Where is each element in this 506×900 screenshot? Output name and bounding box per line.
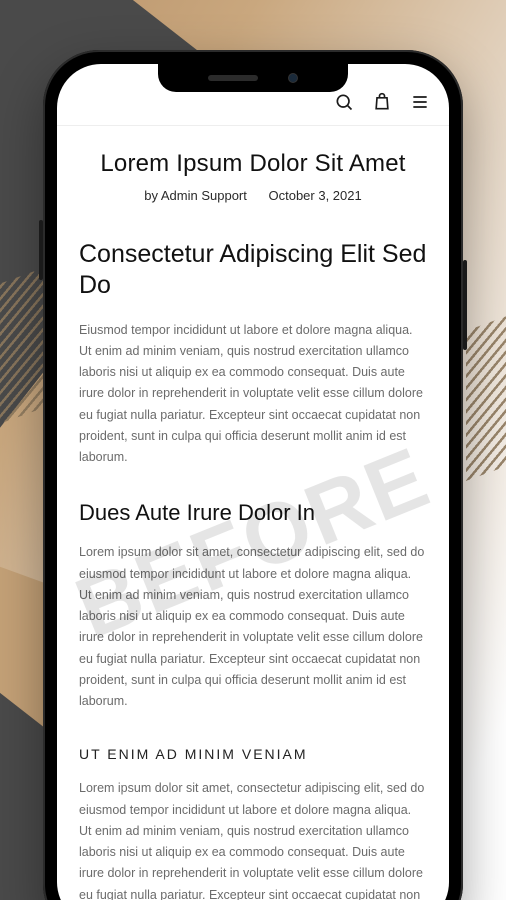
section-label: UT ENIM AD MINIM VENIAM — [79, 746, 427, 762]
menu-icon[interactable] — [409, 91, 431, 113]
article-byline: by Admin Support — [144, 188, 247, 203]
paragraph: Eiusmod tempor incididunt ut labore et d… — [79, 320, 427, 469]
byline-prefix: by — [144, 188, 161, 203]
article: Lorem Ipsum Dolor Sit Amet by Admin Supp… — [57, 126, 449, 900]
speaker-slot — [208, 75, 258, 81]
article-date: October 3, 2021 — [269, 188, 362, 203]
paragraph: Lorem ipsum dolor sit amet, consectetur … — [79, 542, 427, 712]
article-title: Lorem Ipsum Dolor Sit Amet — [79, 150, 427, 178]
article-author: Admin Support — [161, 188, 247, 203]
phone-frame: BEFORE — [43, 50, 463, 900]
article-meta: by Admin Support October 3, 2021 — [79, 188, 427, 203]
search-icon[interactable] — [333, 91, 355, 113]
bag-icon[interactable] — [371, 91, 393, 113]
section-subheading: Dues Aute Irure Dolor In — [79, 500, 427, 526]
paragraph: Lorem ipsum dolor sit amet, consectetur … — [79, 778, 427, 900]
front-camera — [288, 73, 298, 83]
phone-screen: BEFORE — [57, 64, 449, 900]
background-hatch — [466, 309, 506, 481]
phone-notch — [158, 64, 348, 92]
section-heading: Consectetur Adipiscing Elit Sed Do — [79, 239, 427, 302]
